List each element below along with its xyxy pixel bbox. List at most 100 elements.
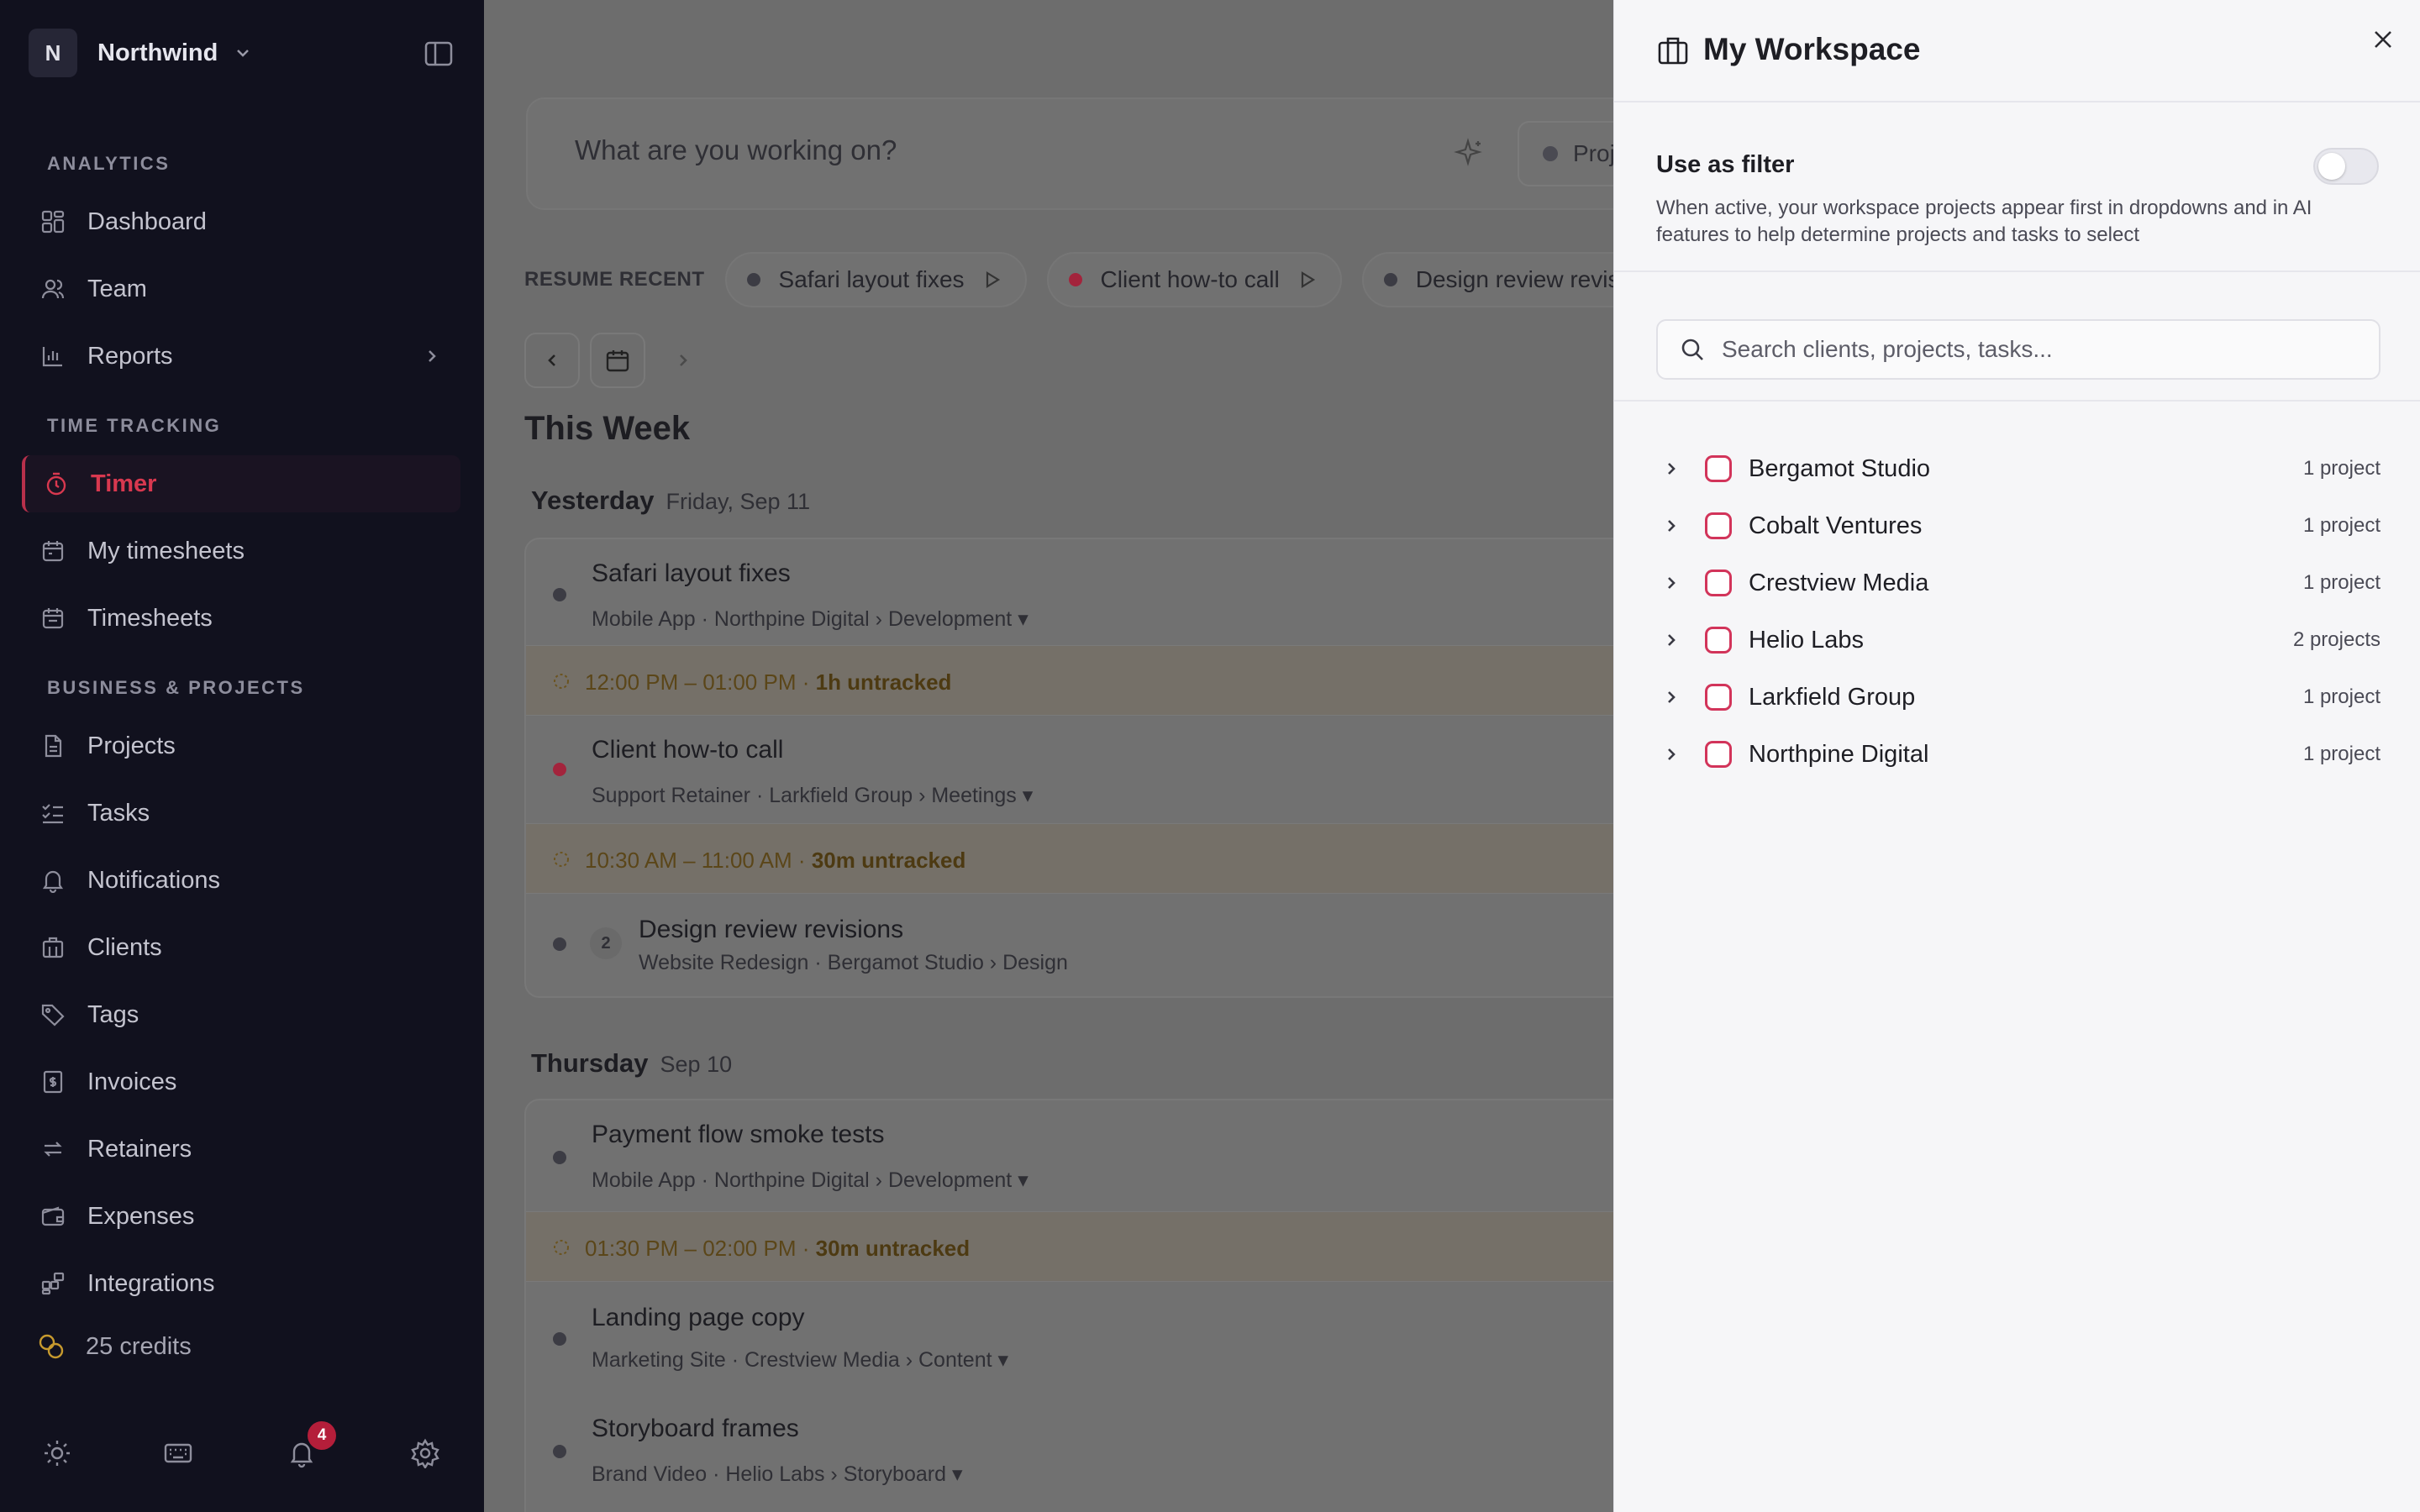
client-name: Larkfield Group — [1749, 683, 1916, 711]
tag-icon — [41, 1004, 65, 1026]
sidebar-item-retainers[interactable]: Retainers — [22, 1121, 460, 1178]
chevron-right-icon[interactable] — [1661, 687, 1681, 707]
chevron-right-icon[interactable] — [1661, 630, 1681, 650]
client-checkbox[interactable] — [1705, 570, 1732, 596]
next-week-button[interactable] — [655, 333, 711, 388]
chevron-right-icon[interactable] — [1661, 573, 1681, 593]
chevron-right-icon — [429, 350, 436, 362]
sidebar-item-expenses[interactable]: Expenses — [22, 1188, 460, 1245]
entry-title: Payment flow smoke tests — [592, 1121, 885, 1148]
document-icon — [45, 734, 62, 758]
sidebar-item-label: Tasks — [87, 799, 150, 827]
sidebar-item-tags[interactable]: Tags — [22, 986, 460, 1043]
client-checkbox[interactable] — [1705, 627, 1732, 654]
client-row[interactable]: Bergamot Studio 1 project — [1656, 444, 2381, 494]
sidebar-item-tasks[interactable]: Tasks — [22, 785, 460, 842]
sidebar-item-dashboard[interactable]: Dashboard — [22, 193, 460, 250]
client-row[interactable]: Northpine Digital 1 project — [1656, 729, 2381, 780]
use-as-filter-toggle[interactable] — [2313, 148, 2379, 185]
sidebar-item-clients[interactable]: Clients — [22, 919, 460, 976]
client-row[interactable]: Cobalt Ventures 1 project — [1656, 501, 2381, 551]
chevron-down-icon — [237, 50, 250, 57]
chevron-right-icon[interactable] — [1661, 516, 1681, 536]
entry-dot — [553, 763, 566, 776]
client-checkbox[interactable] — [1705, 684, 1732, 711]
client-name: Helio Labs — [1749, 626, 1865, 654]
play-icon — [986, 271, 1000, 288]
entry-project[interactable]: Mobile App · Northpine Digital › Develop… — [592, 1168, 1028, 1193]
entry-dot — [553, 1332, 566, 1346]
repeat-icon — [44, 1142, 62, 1157]
sidebar-item-invoices[interactable]: Invoices — [22, 1053, 460, 1110]
dashed-circle-icon — [554, 674, 569, 689]
chip-dot — [1068, 273, 1082, 286]
wallet-icon — [41, 1206, 65, 1226]
entry-project[interactable]: Marketing Site · Crestview Media › Conte… — [592, 1347, 1008, 1373]
sidebar-item-label: Timesheets — [87, 604, 213, 632]
section-business-projects: BUSINESS & PROJECTS — [47, 677, 305, 698]
sidebar-item-integrations[interactable]: Integrations — [22, 1255, 460, 1312]
divider — [1614, 270, 2420, 272]
sidebar-item-notifications[interactable]: Notifications — [22, 852, 460, 909]
panel-header: My Workspace — [1614, 0, 2420, 102]
date-navigation — [524, 333, 721, 388]
sidebar-footer: 4 — [0, 1421, 484, 1472]
resume-recent-title: RESUME RECENT — [524, 268, 705, 291]
dashboard-icon — [41, 210, 65, 234]
calendar-icon — [42, 541, 64, 562]
sidebar-item-label: My timesheets — [87, 537, 245, 564]
client-checkbox[interactable] — [1705, 741, 1732, 768]
sidebar-item-projects[interactable]: Projects — [22, 717, 460, 774]
day-date: Sep 10 — [660, 1052, 733, 1077]
client-checkbox[interactable] — [1705, 512, 1732, 539]
workspace-switcher[interactable]: N Northwind — [29, 29, 253, 77]
sun-icon[interactable] — [42, 1438, 72, 1468]
sidebar-item-label: Expenses — [87, 1202, 195, 1230]
resume-chip[interactable]: Safari layout fixes — [724, 252, 1027, 307]
sidebar-item-label: Integrations — [87, 1269, 215, 1297]
day-header: Yesterday Friday, Sep 11 — [531, 486, 810, 516]
entry-project[interactable]: Brand Video · Helio Labs › Storyboard ▾ — [592, 1462, 963, 1487]
sparkle-icon[interactable] — [1452, 138, 1484, 170]
entry-group-count[interactable]: 2 — [590, 927, 622, 959]
sidebar-item-reports[interactable]: Reports — [22, 328, 460, 385]
entry-project[interactable]: Mobile App · Northpine Digital › Develop… — [592, 606, 1028, 632]
client-project-count: 1 project — [2302, 685, 2381, 708]
credits-button[interactable]: 25 credits — [37, 1332, 192, 1361]
week-title: This Week — [524, 410, 691, 447]
gear-icon[interactable] — [410, 1438, 440, 1468]
resume-chip[interactable]: Client how-to call — [1046, 252, 1342, 307]
previous-week-button[interactable] — [524, 333, 580, 388]
calendar-button[interactable] — [590, 333, 645, 388]
client-row[interactable]: Larkfield Group 1 project — [1656, 672, 2381, 722]
chevron-right-icon[interactable] — [1661, 459, 1681, 479]
sidebar-toggle-icon[interactable] — [424, 40, 454, 67]
sidebar-item-timesheets[interactable]: Timesheets — [22, 590, 460, 647]
chevron-right-icon[interactable] — [1661, 744, 1681, 764]
gap-text: 01:30 PM – 02:00 PM · 30m untracked — [585, 1236, 971, 1261]
sidebar-item-label: Invoices — [87, 1068, 177, 1095]
sidebar-item-team[interactable]: Team — [22, 260, 460, 318]
client-row[interactable]: Crestview Media 1 project — [1656, 558, 2381, 608]
calendar-icon — [606, 350, 629, 372]
client-row[interactable]: Helio Labs 2 projects — [1656, 615, 2381, 665]
client-checkbox[interactable] — [1705, 455, 1732, 482]
use-as-filter-label: Use as filter — [1656, 151, 1795, 178]
section-analytics: ANALYTICS — [47, 153, 171, 174]
workspace-panel: My Workspace Use as filter When active, … — [1613, 0, 2420, 1512]
gap-text: 12:00 PM – 01:00 PM · 1h untracked — [585, 669, 952, 695]
entry-project[interactable]: Support Retainer · Larkfield Group › Mee… — [592, 783, 1033, 808]
sidebar-item-timer[interactable]: Timer — [22, 455, 460, 512]
chip-label: Client how-to call — [1100, 266, 1280, 292]
close-icon[interactable] — [2369, 25, 2397, 54]
building-icon — [42, 937, 64, 958]
use-as-filter-description: When active, your workspace projects app… — [1656, 197, 2312, 246]
coins-icon — [39, 1334, 64, 1359]
timer-description-input[interactable]: What are you working on? — [575, 134, 897, 166]
client-project-count: 2 projects — [2292, 628, 2381, 651]
search-input[interactable] — [1722, 336, 2360, 363]
use-as-filter-row: Use as filter — [1656, 148, 2379, 185]
sidebar-item-my-timesheets[interactable]: My timesheets — [22, 522, 460, 580]
resume-recent: RESUME RECENT Safari layout fixes Client… — [524, 252, 1725, 307]
keyboard-icon[interactable] — [163, 1438, 193, 1468]
